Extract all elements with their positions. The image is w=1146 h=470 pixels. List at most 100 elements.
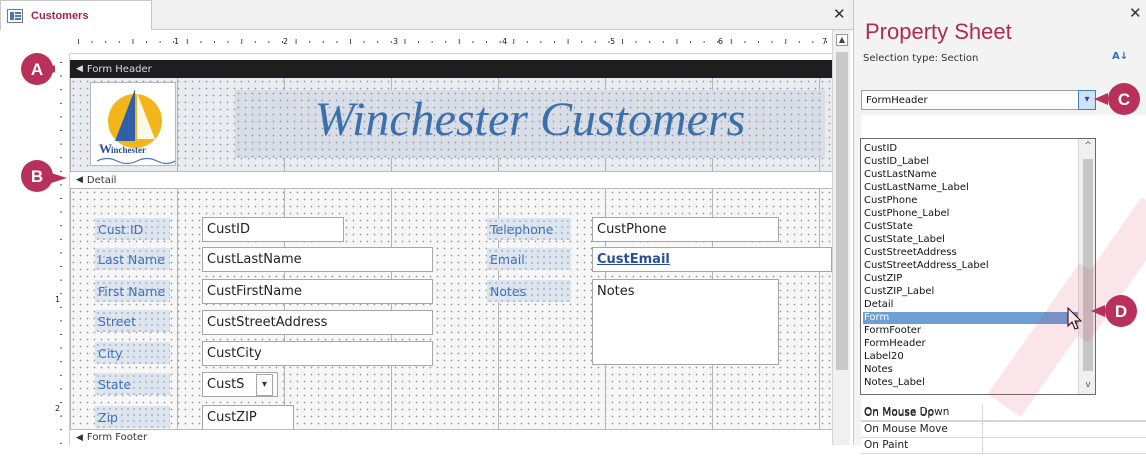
textbox-notes[interactable]: Notes (592, 279, 779, 365)
form-header-bar[interactable]: ◀ Form Header (70, 60, 832, 78)
dropdown-scrollbar[interactable]: ^ v (1078, 139, 1095, 394)
form-header-label: Form Header (86, 63, 152, 75)
object-selector[interactable]: FormHeader ▾ (861, 90, 1096, 110)
form-vertical-scrollbar[interactable]: ▲ (832, 30, 850, 445)
textbox-custid[interactable]: CustID (202, 217, 344, 242)
dropdown-item-custstreetaddress[interactable]: CustStreetAddress (863, 247, 1078, 259)
section-arrow-icon: ◀ (76, 175, 83, 185)
property-name: On Paint (864, 439, 909, 451)
ruler-tick-label: 2 (283, 37, 289, 46)
dropdown-item-custzip-label[interactable]: CustZIP_Label (863, 286, 1078, 298)
dropdown-item-custphone[interactable]: CustPhone (863, 195, 1078, 207)
winchester-logo[interactable]: W inchester (90, 82, 176, 166)
dropdown-item-custstate[interactable]: CustState (863, 221, 1078, 233)
detail-section-bar[interactable]: ◀ Detail (70, 171, 832, 189)
form-icon (7, 8, 23, 23)
dropdown-item-formfooter[interactable]: FormFooter (863, 325, 1078, 337)
svg-text:inchester: inchester (111, 145, 146, 155)
label-first-name[interactable]: First Name (95, 280, 170, 302)
textbox-custfirstname[interactable]: CustFirstName (202, 279, 433, 304)
dropdown-item-custlastname[interactable]: CustLastName (863, 169, 1078, 181)
chevron-down-icon[interactable]: ▾ (256, 374, 273, 396)
svg-text:2: 2 (55, 404, 60, 413)
detail-section-label: Detail (86, 174, 117, 186)
horizontal-ruler: 1 2 3 4 5 6 7 (70, 30, 832, 54)
textbox-custcity-text: CustCity (207, 346, 262, 361)
label-street[interactable]: Street (95, 310, 170, 332)
scroll-up-icon[interactable]: ▲ (836, 34, 848, 46)
property-row-on-paint[interactable]: On Paint (861, 438, 1146, 454)
close-property-sheet-icon[interactable]: ✕ (1129, 4, 1142, 22)
document-tab-strip: Customers ✕ (0, 0, 853, 30)
label-telephone[interactable]: Telephone (487, 218, 571, 240)
ruler-tick-label: 4 (502, 37, 508, 46)
label-notes[interactable]: Notes (487, 280, 571, 302)
label-state[interactable]: State (95, 373, 170, 395)
dropdown-scrollbar-thumb[interactable] (1083, 159, 1093, 371)
dropdown-item-label20[interactable]: Label20 (863, 351, 1078, 363)
textbox-custphone[interactable]: CustPhone (592, 217, 779, 242)
section-arrow-icon: ◀ (76, 64, 83, 74)
textbox-custzip-text: CustZIP (207, 410, 257, 425)
dropdown-item-custstate-label[interactable]: CustState_Label (863, 234, 1078, 246)
scroll-up-icon[interactable]: ^ (1082, 141, 1094, 153)
callout-a: A (21, 53, 55, 85)
dropdown-item-custstreetaddress-label[interactable]: CustStreetAddress_Label (863, 260, 1078, 272)
form-title-label[interactable]: Winchester Customers (235, 90, 825, 158)
label-zip[interactable]: Zip (95, 406, 170, 428)
property-row-on-mouse-move[interactable]: On Mouse Move (861, 422, 1146, 438)
callout-d-letter: D (1115, 302, 1127, 321)
dropdown-item-custzip[interactable]: CustZIP (863, 273, 1078, 285)
dropdown-item-detail[interactable]: Detail (863, 299, 1078, 311)
textbox-custstreetaddress-text: CustStreetAddress (207, 315, 328, 330)
callout-b: B (21, 160, 53, 192)
property-name: On Mouse Move (864, 423, 948, 435)
dropdown-item-custid-label[interactable]: CustID_Label (863, 156, 1078, 168)
textbox-notes-text: Notes (597, 284, 635, 299)
property-row-on-mouse-up[interactable]: On Mouse Up (861, 406, 1146, 422)
textbox-custstreetaddress[interactable]: CustStreetAddress (202, 310, 433, 335)
scroll-down-icon[interactable]: v (1082, 380, 1094, 392)
object-dropdown-list[interactable]: CustID CustID_Label CustLastName CustLas… (860, 138, 1096, 395)
combobox-custstate-text: CustS (207, 377, 245, 392)
dropdown-item-custphone-label[interactable]: CustPhone_Label (863, 208, 1078, 220)
textbox-custcity[interactable]: CustCity (202, 341, 433, 366)
ruler-tick-label: 1 (174, 37, 180, 46)
textbox-custzip[interactable]: CustZIP (202, 405, 294, 430)
textbox-custphone-text: CustPhone (597, 222, 667, 237)
label-email[interactable]: Email (487, 248, 571, 270)
hyperlink-custemail-text: CustEmail (597, 252, 670, 267)
textbox-custfirstname-text: CustFirstName (207, 284, 302, 299)
textbox-custid-text: CustID (207, 222, 251, 237)
dropdown-item-custlastname-label[interactable]: CustLastName_Label (863, 182, 1078, 194)
callout-b-pointer (51, 173, 67, 183)
ruler-tick-label: 7 (822, 37, 828, 46)
label-city[interactable]: City (95, 342, 170, 364)
property-row-divider (982, 422, 983, 438)
textbox-custlastname-text: CustLastName (207, 252, 302, 267)
form-title-text: Winchester Customers (314, 93, 746, 146)
sort-icon[interactable]: A↓ (1112, 52, 1128, 62)
ruler-tick-label: 5 (610, 37, 616, 46)
close-document-icon[interactable]: ✕ (833, 5, 846, 23)
textbox-custlastname[interactable]: CustLastName (202, 247, 433, 272)
label-cust-id[interactable]: Cust ID (95, 218, 170, 240)
dropdown-item-custid[interactable]: CustID (863, 143, 1078, 155)
document-tab-customers[interactable]: Customers (0, 0, 152, 30)
callout-a-letter: A (31, 60, 43, 79)
callout-c-letter: C (1118, 90, 1130, 109)
hyperlink-custemail[interactable]: CustEmail (592, 247, 832, 272)
section-arrow-icon: ◀ (76, 432, 83, 443)
dropdown-item-formheader[interactable]: FormHeader (863, 338, 1078, 350)
mouse-pointer-icon (1067, 307, 1083, 330)
selection-type-text: Selection type: Section (863, 53, 979, 64)
form-footer-label: Form Footer (86, 432, 148, 443)
dropdown-item-notes-label[interactable]: Notes_Label (863, 377, 1078, 389)
callout-b-letter: B (31, 167, 43, 186)
vertical-ruler-ticks: 1 2 (55, 62, 62, 444)
label-last-name[interactable]: Last Name (95, 248, 170, 270)
form-footer-bar[interactable]: ◀ Form Footer (70, 429, 832, 445)
dropdown-item-notes[interactable]: Notes (863, 364, 1078, 376)
scrollbar-thumb[interactable] (836, 52, 848, 370)
dropdown-item-form[interactable]: Form (863, 312, 1078, 324)
